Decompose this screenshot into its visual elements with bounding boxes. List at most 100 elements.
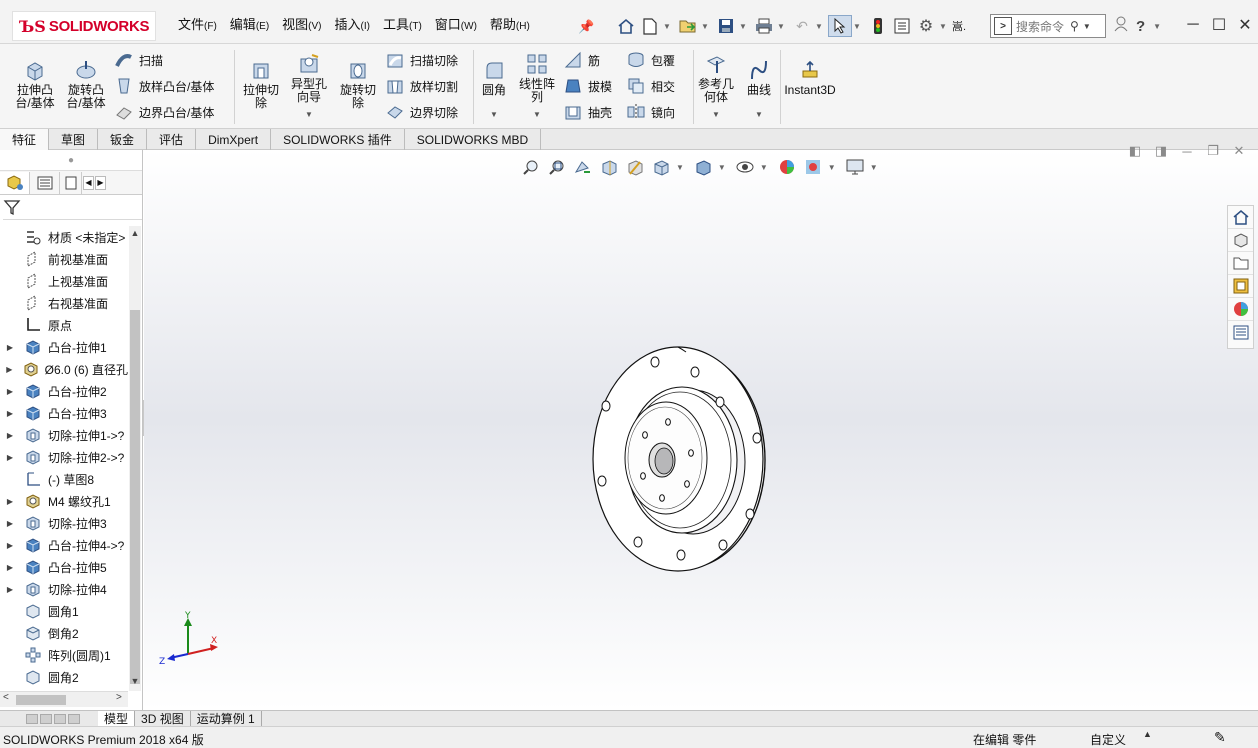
swept-cut-button[interactable]: 扫描切除 — [385, 50, 458, 70]
dynamic-annotation-icon[interactable] — [624, 157, 646, 177]
feature-tree-item[interactable]: ▶ 切除-拉伸1->? — [0, 424, 128, 446]
property-manager-tab-icon[interactable] — [30, 171, 60, 194]
scroll-down-icon[interactable]: ▼ — [129, 676, 141, 686]
feature-tree-item[interactable]: 上视基准面 — [0, 270, 128, 292]
doc-restore-icon[interactable]: ❐ — [1202, 140, 1224, 162]
search-input[interactable]: 搜索命令 — [1016, 18, 1064, 35]
zoom-to-area-icon[interactable] — [546, 157, 568, 177]
wrap-button[interactable]: 包覆 — [626, 50, 675, 70]
feature-tree-item[interactable]: ▶ 凸台-拉伸4->? — [0, 534, 128, 556]
search-icon[interactable]: ⚲ — [1070, 19, 1079, 33]
undo-icon[interactable]: ↶ — [790, 15, 814, 37]
open-icon[interactable] — [676, 15, 700, 37]
lofted-cut-button[interactable]: 放样切割 — [385, 76, 458, 96]
file-properties-icon[interactable] — [890, 15, 914, 37]
expand-arrow-icon[interactable]: ▶ — [3, 541, 17, 550]
menu-item[interactable]: 窗口(W) — [435, 17, 477, 35]
units-up-arrow-icon[interactable]: ▲ — [1143, 729, 1152, 739]
revolve-cut-button[interactable]: 旋转切 除 — [335, 58, 381, 110]
expand-arrow-icon[interactable]: ▶ — [3, 585, 17, 594]
feature-tree-item[interactable]: ▶ 切除-拉伸2->? — [0, 446, 128, 468]
feature-tree-item[interactable]: 圆角2 — [0, 666, 128, 686]
zoom-to-fit-icon[interactable] — [520, 157, 542, 177]
undo-dropdown-arrow-icon[interactable]: ▼ — [814, 22, 824, 31]
apply-scene-icon[interactable] — [802, 157, 824, 177]
reference-geometry-dropdown-arrow-icon[interactable]: ▼ — [712, 110, 720, 119]
menu-item[interactable]: 工具(T) — [383, 17, 422, 35]
expand-arrow-icon[interactable]: ▶ — [3, 431, 17, 440]
options-gear-icon[interactable]: ⚙ — [914, 15, 938, 37]
minimize-icon[interactable]: ─ — [1180, 12, 1206, 38]
filter-icon[interactable] — [3, 198, 21, 216]
tree-filter[interactable] — [3, 195, 142, 220]
home-icon[interactable] — [614, 15, 638, 37]
scroll-right-icon[interactable]: > — [116, 692, 122, 703]
command-tab[interactable]: 评估 — [147, 129, 197, 150]
feature-tree-item[interactable]: 右视基准面 — [0, 292, 128, 314]
sweep-button[interactable]: 扫描 — [114, 50, 163, 70]
curves-button[interactable]: 曲线 — [743, 58, 775, 97]
reference-geometry-button[interactable]: 参考几 何体 — [694, 52, 738, 104]
command-tab[interactable]: SOLIDWORKS 插件 — [271, 129, 405, 150]
expand-arrow-icon[interactable]: ▶ — [3, 453, 17, 462]
select-dropdown-arrow-icon[interactable]: ▼ — [852, 22, 862, 31]
split-right-icon[interactable]: ◨ — [1150, 140, 1172, 162]
appearances-icon[interactable] — [1228, 298, 1253, 321]
bottom-tab[interactable]: 3D 视图 — [135, 711, 191, 726]
curves-dropdown-arrow-icon[interactable]: ▼ — [755, 110, 763, 119]
feature-tree-item[interactable]: ▶ Ø6.0 (6) 直径孔 — [0, 358, 128, 380]
expand-arrow-icon[interactable]: ▶ — [3, 343, 17, 352]
doc-minimize-icon[interactable]: ─ — [1176, 140, 1198, 162]
shell-button[interactable]: 抽壳 — [563, 102, 612, 122]
extrude-cut-button[interactable]: 拉伸切 除 — [238, 58, 284, 110]
feature-tree-item[interactable]: 原点 — [0, 314, 128, 336]
expand-arrow-icon[interactable]: ▶ — [3, 497, 17, 506]
boundary-boss-button[interactable]: 边界凸台/基体 — [114, 102, 214, 122]
linear-pattern-dropdown-arrow-icon[interactable]: ▼ — [533, 110, 541, 119]
select-arrow-icon[interactable] — [828, 15, 852, 37]
feature-tree-item[interactable]: 圆角1 — [0, 600, 128, 622]
feature-tree-item[interactable]: ▶ 凸台-拉伸1 — [0, 336, 128, 358]
fillet-dropdown-arrow-icon[interactable]: ▼ — [490, 110, 498, 119]
search-dropdown-arrow-icon[interactable]: ▼ — [1083, 22, 1091, 31]
rib-button[interactable]: 筋 — [563, 50, 600, 70]
help-icon[interactable]: ? — [1136, 18, 1145, 35]
units-selector[interactable]: 自定义 — [1090, 731, 1126, 748]
menu-item[interactable]: 视图(V) — [282, 17, 321, 35]
expand-arrow-icon[interactable]: ▶ — [3, 563, 17, 572]
traffic-light-icon[interactable] — [866, 15, 890, 37]
menu-item[interactable]: 帮助(H) — [490, 17, 530, 35]
feature-tree-item[interactable]: (-) 草图8 — [0, 468, 128, 490]
open-dropdown-arrow-icon[interactable]: ▼ — [700, 22, 710, 31]
print-icon[interactable] — [752, 15, 776, 37]
view-settings-monitor-icon[interactable] — [844, 157, 866, 177]
expand-arrow-icon[interactable]: ▶ — [3, 387, 17, 396]
feature-tree-item[interactable]: 倒角2 — [0, 622, 128, 644]
menu-item[interactable]: 插入(I) — [335, 17, 370, 35]
expand-arrow-icon[interactable]: ▶ — [3, 409, 17, 418]
command-tab[interactable]: SOLIDWORKS MBD — [405, 129, 542, 150]
new-dropdown-arrow-icon[interactable]: ▼ — [662, 22, 672, 31]
feature-tree-item[interactable]: ▶ 凸台-拉伸2 — [0, 380, 128, 402]
edit-appearance-icon[interactable] — [776, 157, 798, 177]
print-dropdown-arrow-icon[interactable]: ▼ — [776, 22, 786, 31]
overflow-label[interactable]: 嵩. — [952, 15, 966, 37]
feature-manager-tab-icon[interactable] — [0, 171, 30, 194]
tree-horizontal-scrollbar[interactable]: < > — [0, 691, 128, 707]
draft-button[interactable]: 拔模 — [563, 76, 612, 96]
solidworks-logo[interactable]: ЪЅ SOLIDWORKS — [12, 11, 156, 41]
pane-grip[interactable]: ● — [0, 150, 142, 171]
pin-menu-icon[interactable]: 📌 — [578, 19, 594, 35]
fillet-button[interactable]: 圆角 — [476, 58, 512, 97]
bottom-tab[interactable]: 模型 — [98, 711, 136, 726]
feature-tree-item[interactable]: ▶ 凸台-拉伸5 — [0, 556, 128, 578]
search-commands-box[interactable]: > 搜索命令 ⚲ ▼ — [990, 14, 1106, 38]
custom-properties-icon[interactable] — [1228, 321, 1253, 344]
user-icon[interactable] — [1114, 16, 1128, 36]
view-orientation-icon[interactable] — [650, 157, 672, 177]
command-tab[interactable]: 特征 — [0, 129, 50, 150]
scroll-thumb[interactable] — [130, 310, 140, 684]
intersect-button[interactable]: 相交 — [626, 76, 675, 96]
feature-tree-item[interactable]: ▶ 凸台-拉伸3 — [0, 402, 128, 424]
scroll-left-icon[interactable]: < — [3, 692, 9, 703]
